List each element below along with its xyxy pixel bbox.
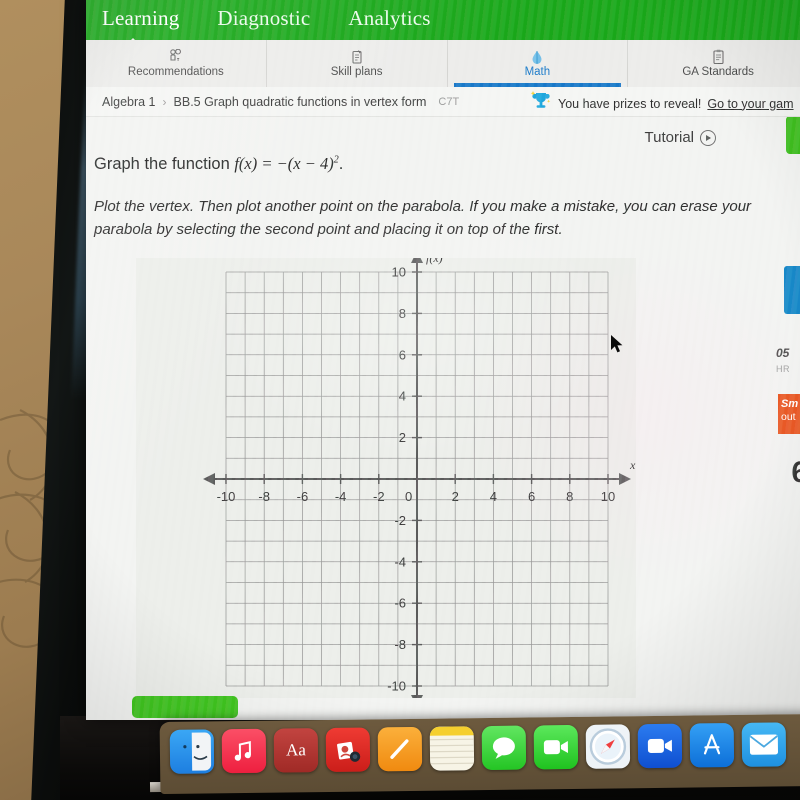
- timer-value: 05: [776, 346, 790, 360]
- rail-banner-line1: Sm: [781, 398, 799, 410]
- question-function: f(x) = −(x − 4): [234, 154, 334, 173]
- breadcrumb-skill: BB.5 Graph quadratic functions in vertex…: [173, 94, 427, 109]
- subnav-item-ga-standards[interactable]: GA Standards: [628, 40, 800, 87]
- svg-text:6: 6: [399, 347, 406, 362]
- subnav-item-recommendations[interactable]: Recommendations: [86, 40, 267, 87]
- submit-button[interactable]: [132, 696, 238, 718]
- svg-text:10: 10: [392, 265, 406, 280]
- tutorial-button[interactable]: Tutorial: [645, 129, 716, 146]
- top-navigation-bar: Learning Diagnostic Analytics: [86, 0, 800, 40]
- breadcrumb: Algebra 1 › BB.5 Graph quadratic functio…: [86, 95, 459, 109]
- svg-text:-6: -6: [297, 489, 309, 504]
- svg-text:0: 0: [405, 489, 412, 504]
- tutorial-label: Tutorial: [644, 129, 694, 146]
- svg-text:-2: -2: [394, 513, 406, 528]
- droplet-icon: [530, 49, 544, 65]
- dock-item-dictionary[interactable]: Aa: [273, 728, 319, 773]
- subnav-active-underline: [453, 83, 622, 87]
- sub-navigation-bar: Recommendations Skill plans Math GA Stan…: [86, 40, 800, 87]
- topnav-item-learning[interactable]: Learning: [102, 6, 179, 31]
- prize-banner-text: You have prizes to reveal!: [558, 96, 702, 111]
- laptop-screen: Learning Diagnostic Analytics Recommenda…: [86, 0, 800, 720]
- question-prompt-prefix: Graph the function: [94, 155, 235, 173]
- svg-text:-8: -8: [258, 489, 270, 504]
- session-timer: 05 HR: [776, 344, 800, 374]
- svg-text:-2: -2: [373, 489, 385, 504]
- dock-item-safari[interactable]: [585, 724, 631, 769]
- svg-text:-10: -10: [387, 679, 406, 694]
- play-circle-icon: [700, 129, 716, 146]
- svg-text:4: 4: [399, 389, 406, 404]
- macos-dock: Aa: [159, 713, 800, 795]
- clipboard-icon: [712, 49, 725, 65]
- rail-banner-line2: out: [781, 411, 796, 424]
- svg-text:-6: -6: [394, 596, 406, 611]
- dock-item-zoom[interactable]: [637, 723, 683, 769]
- rail-blue-panel[interactable]: [784, 266, 800, 314]
- dock-item-preview[interactable]: [377, 726, 423, 772]
- score-number: 6: [791, 456, 800, 489]
- question-prompt: Graph the function f(x) = −(x − 4)2.: [94, 154, 784, 174]
- svg-text:10: 10: [601, 489, 615, 504]
- rail-green-button[interactable]: [786, 116, 800, 154]
- svg-text:-4: -4: [394, 554, 406, 569]
- svg-text:4: 4: [490, 489, 497, 504]
- timer-unit: HR: [776, 364, 790, 374]
- graph-svg[interactable]: -10 -8 -6 -4 -2 0 2 4 6 8 10 10 8 6 4 2 -2 -4 -6 -8 -10 x f(…: [136, 258, 636, 698]
- svg-text:-4: -4: [335, 489, 347, 504]
- dock-item-music[interactable]: [221, 728, 267, 774]
- subnav-item-skill-plans[interactable]: Skill plans: [267, 40, 448, 87]
- svg-text:-8: -8: [394, 637, 406, 652]
- svg-text:8: 8: [399, 306, 406, 321]
- breadcrumb-subject[interactable]: Algebra 1: [102, 95, 156, 109]
- lightbulb-person-icon: [168, 49, 183, 65]
- question-prompt-suffix: .: [338, 155, 344, 173]
- x-axis-label: x: [629, 458, 636, 472]
- subnav-label-ga-standards: GA Standards: [682, 66, 754, 78]
- breadcrumb-separator: ›: [162, 94, 167, 109]
- arrow-pointer-icon: [611, 335, 623, 353]
- breadcrumb-skill-code: C7T: [438, 95, 460, 108]
- svg-text:6: 6: [528, 489, 535, 504]
- dock-item-facetime[interactable]: [533, 724, 579, 770]
- dock-item-messages[interactable]: [481, 725, 527, 771]
- trophy-icon: [530, 89, 552, 118]
- prize-banner[interactable]: You have prizes to reveal! Go to your ga…: [530, 89, 794, 118]
- question-instructions: Plot the vertex. Then plot another point…: [94, 198, 752, 238]
- svg-text:2: 2: [452, 489, 459, 504]
- right-sidebar: 05 HR Sm out 6: [768, 116, 800, 596]
- subnav-item-math[interactable]: Math: [448, 40, 629, 87]
- svg-text:2: 2: [399, 430, 406, 445]
- y-axis-label: f(x): [426, 258, 443, 265]
- dock-item-finder[interactable]: [169, 729, 215, 774]
- question-block: Graph the function f(x) = −(x − 4)2. Plo…: [94, 154, 784, 241]
- dock-item-stickies[interactable]: [429, 726, 475, 771]
- dock-item-mail[interactable]: [741, 722, 787, 767]
- subnav-label-skill-plans: Skill plans: [330, 66, 383, 78]
- topnav-active-caret: [124, 38, 142, 47]
- subnav-label-recommendations: Recommendations: [127, 66, 224, 78]
- topnav-item-diagnostic[interactable]: Diagnostic: [217, 6, 310, 31]
- topnav-item-analytics[interactable]: Analytics: [348, 6, 430, 31]
- checklist-icon: [350, 49, 364, 65]
- coordinate-graph[interactable]: -10 -8 -6 -4 -2 0 2 4 6 8 10 10 8 6 4 2 -2 -4 -6 -8 -10 x f(…: [136, 258, 636, 698]
- breadcrumb-bar: Algebra 1 › BB.5 Graph quadratic functio…: [86, 87, 800, 117]
- dock-item-app-store[interactable]: [689, 723, 735, 768]
- rail-orange-banner[interactable]: Sm out: [778, 394, 800, 434]
- dock-item-photo-booth[interactable]: [325, 727, 371, 773]
- subnav-label-math: Math: [524, 66, 551, 78]
- prize-banner-link[interactable]: Go to your gam: [707, 97, 793, 111]
- svg-text:-10: -10: [217, 489, 236, 504]
- svg-text:8: 8: [566, 489, 573, 504]
